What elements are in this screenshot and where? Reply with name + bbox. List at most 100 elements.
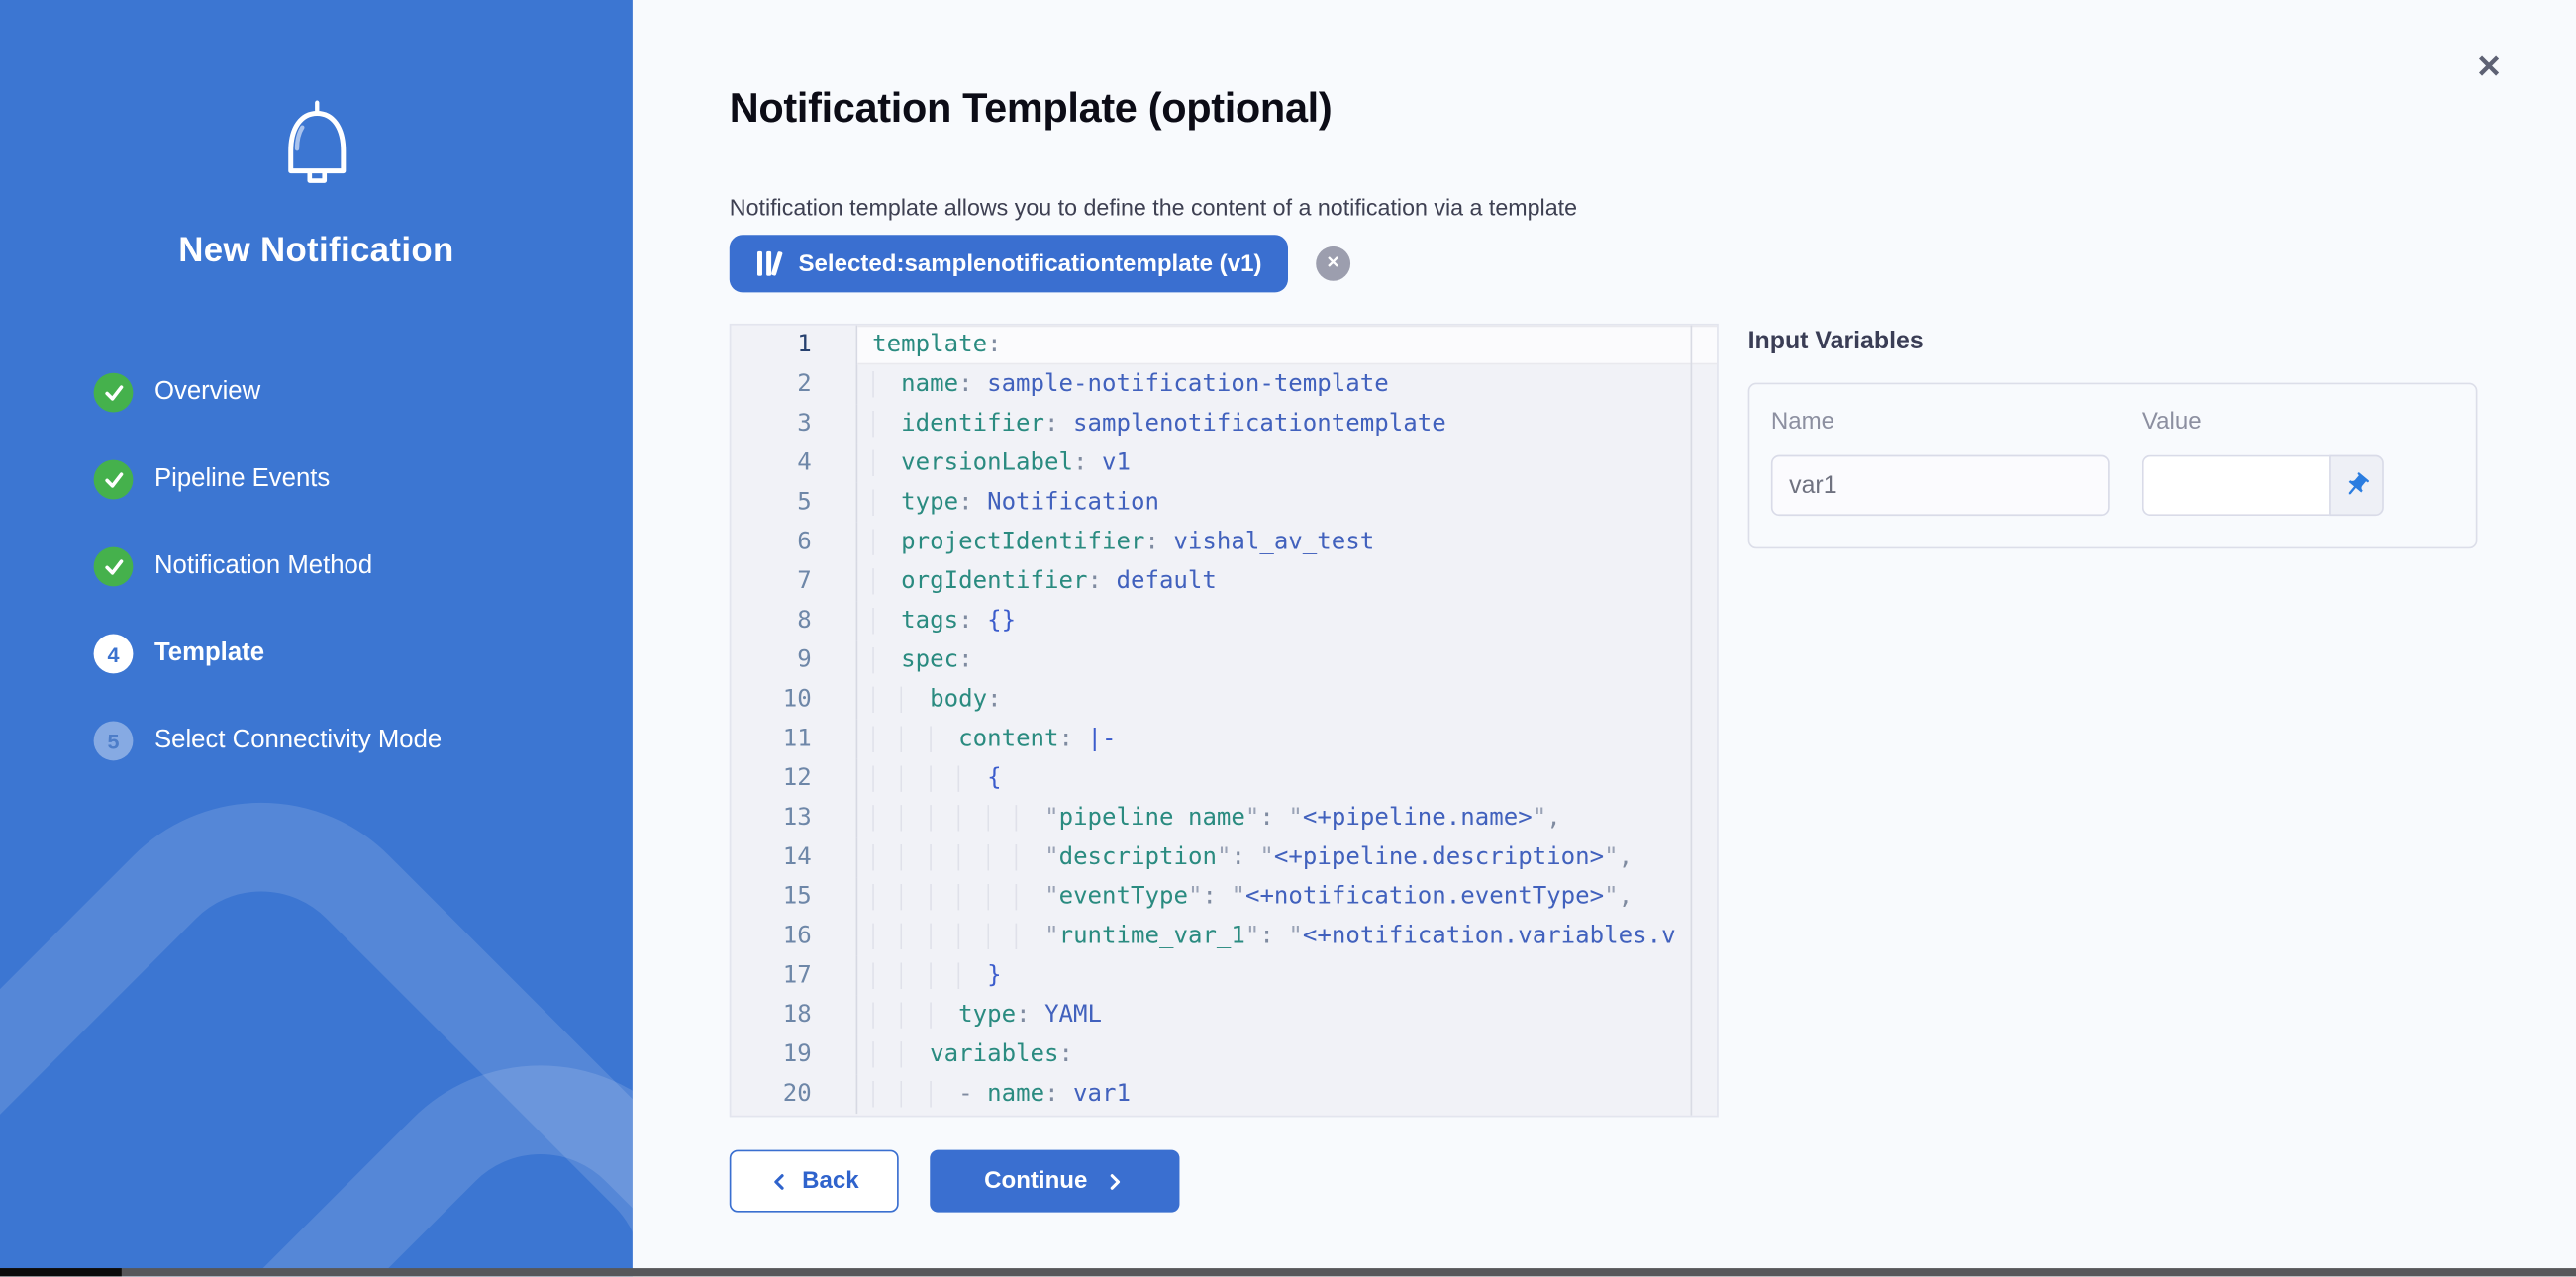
yaml-editor[interactable]: 1template:2 name: sample-notification-te… <box>730 324 1719 1118</box>
line-number: 9 <box>731 640 857 680</box>
line-number: 18 <box>731 996 857 1035</box>
code-line[interactable]: 4 versionLabel: v1 <box>731 443 1717 483</box>
code-text: tags: {} <box>872 601 1690 640</box>
code-text: } <box>872 956 1690 996</box>
line-number: 14 <box>731 837 857 877</box>
line-number: 5 <box>731 483 857 523</box>
code-text: "runtime_var_1": "<+notification.variabl… <box>872 917 1690 956</box>
line-number: 12 <box>731 759 857 799</box>
line-number: 1 <box>731 326 857 365</box>
new-notification-wizard: New Notification Overview Pipeline Events… <box>0 0 2576 1276</box>
code-text: versionLabel: v1 <box>872 443 1690 483</box>
code-line[interactable]: 14 "description": "<+pipeline.descriptio… <box>731 837 1717 877</box>
page-title: Notification Template (optional) <box>730 85 1333 133</box>
variable-value-input[interactable] <box>2142 455 2329 516</box>
code-text: identifier: samplenotificationtemplate <box>872 404 1690 443</box>
sidebar-step-template[interactable]: 4 Template <box>94 635 443 674</box>
code-text: type: Notification <box>872 483 1690 523</box>
code-line[interactable]: 19 variables: <box>731 1034 1717 1074</box>
line-number: 7 <box>731 562 857 602</box>
code-text: projectIdentifier: vishal_av_test <box>872 523 1690 562</box>
remove-template-icon[interactable]: ✕ <box>1316 246 1350 281</box>
step-label: Overview <box>154 378 260 408</box>
code-line[interactable]: 10 body: <box>731 680 1717 720</box>
step-number-badge: 5 <box>94 721 134 760</box>
code-text: name: sample-notification-template <box>872 364 1690 404</box>
line-number: 6 <box>731 523 857 562</box>
code-text: - name: var1 <box>872 1074 1690 1114</box>
line-number: 17 <box>731 956 857 996</box>
step-check-icon <box>94 460 134 500</box>
bell-icon <box>0 99 633 196</box>
code-line[interactable]: 3 identifier: samplenotificationtemplate <box>731 404 1717 443</box>
line-number: 10 <box>731 680 857 720</box>
line-number: 20 <box>731 1074 857 1114</box>
code-text: "eventType": "<+notification.eventType>"… <box>872 877 1690 917</box>
sidebar-step-select-connectivity-mode[interactable]: 5 Select Connectivity Mode <box>94 721 443 760</box>
page-subtitle: Notification template allows you to defi… <box>730 194 1577 221</box>
code-text: type: YAML <box>872 996 1690 1035</box>
wizard-sidebar: New Notification Overview Pipeline Events… <box>0 0 633 1276</box>
line-number: 15 <box>731 877 857 917</box>
chevron-left-icon <box>769 1170 791 1192</box>
code-line[interactable]: 2 name: sample-notification-template <box>731 364 1717 404</box>
code-line[interactable]: 1 template: <box>731 326 1717 365</box>
line-number: 11 <box>731 720 857 759</box>
line-number: 8 <box>731 601 857 640</box>
input-variables-card: Name Value <box>1748 383 2478 549</box>
code-text: content: |- <box>872 720 1690 759</box>
step-label: Notification Method <box>154 552 372 582</box>
step-label: Pipeline Events <box>154 465 330 495</box>
line-number: 19 <box>731 1034 857 1074</box>
step-number-badge: 4 <box>94 635 134 674</box>
code-line[interactable]: 16 "runtime_var_1": "<+notification.vari… <box>731 917 1717 956</box>
step-check-icon <box>94 373 134 413</box>
template-library-icon <box>755 249 783 277</box>
code-line[interactable]: 20 - name: var1 <box>731 1074 1717 1114</box>
code-text: "pipeline name": "<+pipeline.name>", <box>872 798 1690 837</box>
dialog-main: ✕ Notification Template (optional) Notif… <box>633 0 2576 1276</box>
editor-scrollbar[interactable] <box>1691 326 1718 1116</box>
code-line[interactable]: 7 orgIdentifier: default <box>731 562 1717 602</box>
code-line[interactable]: 17 } <box>731 956 1717 996</box>
code-line[interactable]: 6 projectIdentifier: vishal_av_test <box>731 523 1717 562</box>
chevron-right-icon <box>1104 1170 1126 1192</box>
name-column-label: Name <box>1771 409 1834 436</box>
continue-button[interactable]: Continue <box>930 1150 1179 1213</box>
window-bottom-edge <box>0 1268 2576 1276</box>
code-line[interactable]: 12 { <box>731 759 1717 799</box>
selected-template-chip[interactable]: Selected:samplenotificationtemplate (v1) <box>730 235 1288 292</box>
code-line[interactable]: 15 "eventType": "<+notification.eventTyp… <box>731 877 1717 917</box>
sidebar-step-notification-method[interactable]: Notification Method <box>94 547 443 587</box>
line-number: 16 <box>731 917 857 956</box>
step-check-icon <box>94 547 134 587</box>
code-line[interactable]: 5 type: Notification <box>731 483 1717 523</box>
code-line[interactable]: 18 type: YAML <box>731 996 1717 1035</box>
back-button[interactable]: Back <box>730 1150 899 1213</box>
code-text: body: <box>872 680 1690 720</box>
code-text: variables: <box>872 1034 1690 1074</box>
sidebar-step-pipeline-events[interactable]: Pipeline Events <box>94 460 443 500</box>
step-label: Select Connectivity Mode <box>154 726 442 755</box>
pin-runtime-input-button[interactable] <box>2329 455 2384 516</box>
code-text: orgIdentifier: default <box>872 562 1690 602</box>
code-text: spec: <box>872 640 1690 680</box>
selected-template-label: Selected:samplenotificationtemplate (v1) <box>798 250 1261 277</box>
line-number: 13 <box>731 798 857 837</box>
step-label: Template <box>154 639 264 669</box>
line-number: 4 <box>731 443 857 483</box>
wizard-title: New Notification <box>0 232 633 271</box>
wizard-steps: Overview Pipeline Events Notification Meth… <box>94 373 443 809</box>
code-line[interactable]: 8 tags: {} <box>731 601 1717 640</box>
value-column-label: Value <box>2142 409 2202 436</box>
close-icon[interactable]: ✕ <box>2469 49 2509 89</box>
code-text: "description": "<+pipeline.description>"… <box>872 837 1690 877</box>
code-line[interactable]: 13 "pipeline name": "<+pipeline.name>", <box>731 798 1717 837</box>
code-line[interactable]: 9 spec: <box>731 640 1717 680</box>
code-text: template: <box>872 326 1690 365</box>
code-text: { <box>872 759 1690 799</box>
variable-name-input <box>1771 455 2110 516</box>
line-number: 2 <box>731 364 857 404</box>
code-line[interactable]: 11 content: |- <box>731 720 1717 759</box>
sidebar-step-overview[interactable]: Overview <box>94 373 443 413</box>
